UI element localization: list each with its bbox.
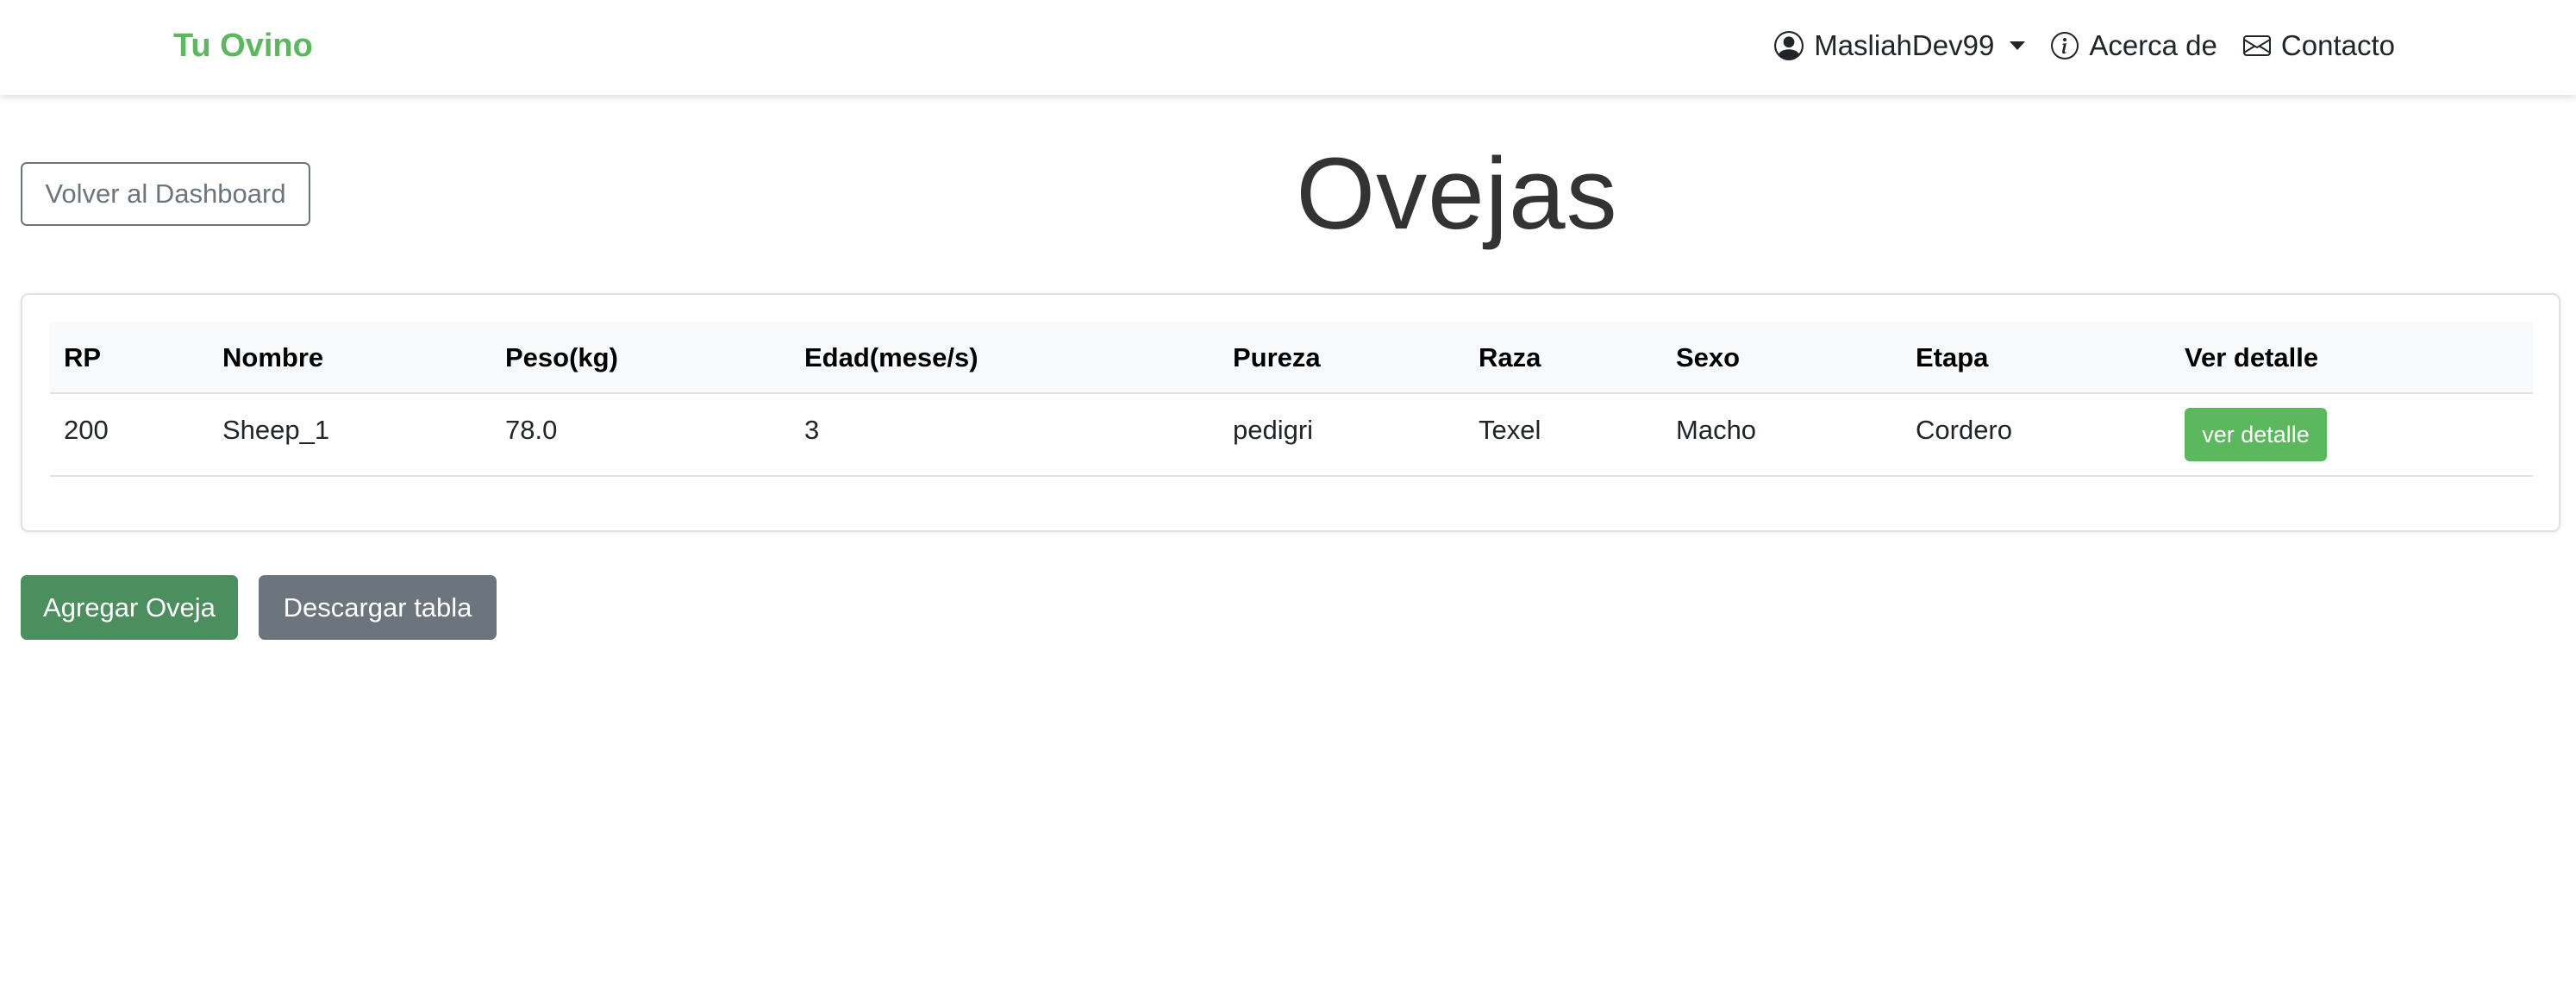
envelope-icon: [2242, 32, 2271, 59]
brand-logo[interactable]: Tu Ovino: [173, 26, 313, 66]
view-detail-button[interactable]: ver detalle: [2185, 408, 2327, 461]
cell-pureza: pedigri: [1219, 393, 1465, 477]
table-header-row: RP Nombre Peso(kg) Edad(mese/s) Pureza R…: [50, 322, 2533, 394]
column-header-rp[interactable]: RP: [50, 322, 209, 394]
column-header-peso[interactable]: Peso(kg): [491, 322, 791, 394]
cell-raza: Texel: [1465, 393, 1662, 477]
top-navbar: Tu Ovino MasliahDev99 Acerca de Contacto: [0, 0, 2576, 95]
cell-sexo: Macho: [1662, 393, 1902, 477]
cell-etapa: Cordero: [1902, 393, 2171, 477]
cell-nombre: Sheep_1: [209, 393, 491, 477]
column-header-etapa[interactable]: Etapa: [1902, 322, 2171, 394]
caret-down-icon: [2010, 41, 2026, 50]
add-sheep-button[interactable]: Agregar Oveja: [21, 575, 238, 640]
nav-about-link[interactable]: Acerca de: [2051, 29, 2217, 62]
nav-about-label: Acerca de: [2089, 29, 2217, 61]
user-name-label: MasliahDev99: [1814, 29, 1995, 61]
table-row: 200 Sheep_1 78.0 3 pedigri Texel Macho C…: [50, 393, 2533, 477]
column-header-raza[interactable]: Raza: [1465, 322, 1662, 394]
column-header-edad[interactable]: Edad(mese/s): [791, 322, 1219, 394]
column-header-sexo[interactable]: Sexo: [1662, 322, 1902, 394]
cell-rp: 200: [50, 393, 209, 477]
back-to-dashboard-button[interactable]: Volver al Dashboard: [21, 162, 310, 226]
page-title: Ovejas: [1296, 137, 1618, 251]
nav-contact-label: Contacto: [2280, 29, 2395, 61]
cell-ver-detalle: ver detalle: [2171, 393, 2533, 477]
info-circle-icon: [2051, 32, 2079, 59]
user-dropdown[interactable]: MasliahDev99: [1774, 29, 2026, 62]
cell-peso: 78.0: [491, 393, 791, 477]
cell-edad: 3: [791, 393, 1219, 477]
sheep-table: RP Nombre Peso(kg) Edad(mese/s) Pureza R…: [50, 322, 2533, 477]
sheep-table-card: RP Nombre Peso(kg) Edad(mese/s) Pureza R…: [21, 293, 2560, 532]
nav-contact-link[interactable]: Contacto: [2242, 29, 2395, 62]
column-header-nombre[interactable]: Nombre: [209, 322, 491, 394]
person-circle-icon: [1774, 31, 1804, 60]
navbar-right-menu: MasliahDev99 Acerca de Contacto: [1774, 24, 2395, 67]
column-header-pureza[interactable]: Pureza: [1219, 322, 1465, 394]
download-table-button[interactable]: Descargar tabla: [259, 575, 497, 640]
column-header-ver-detalle: Ver detalle: [2171, 322, 2533, 394]
